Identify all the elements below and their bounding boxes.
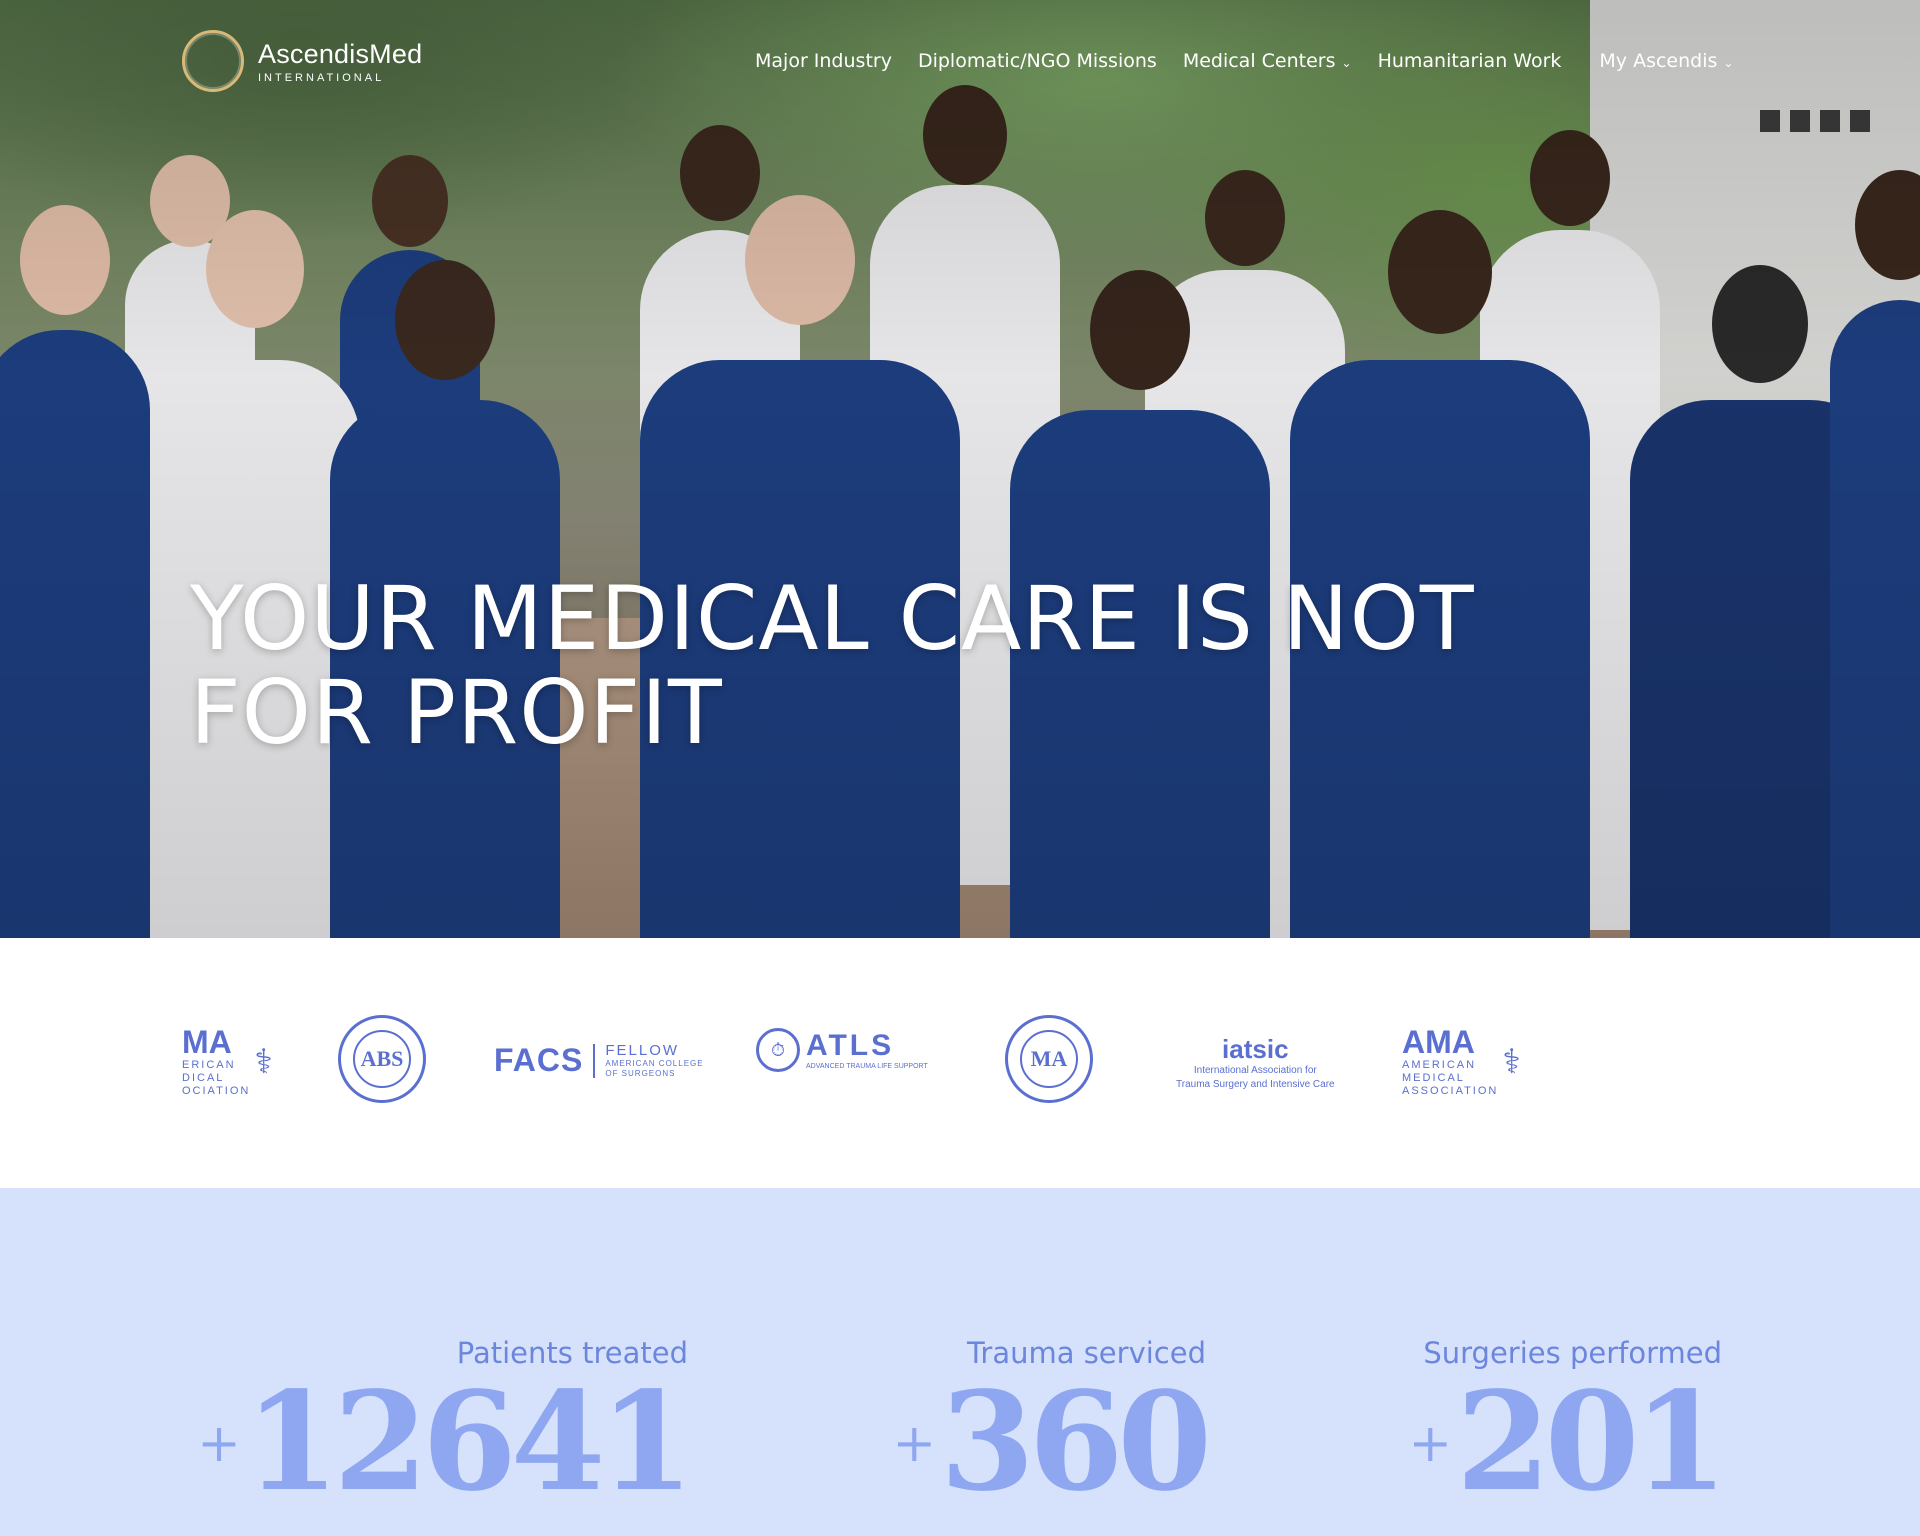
nav-item-label: Medical Centers (1182, 50, 1336, 72)
nav-item-diplomatic-ngo-missions[interactable]: Diplomatic/NGO Missions (918, 50, 1157, 72)
ama-logo: AMA AMERICAN MEDICAL ASSOCIATION ⚕ (1402, 1024, 1521, 1097)
plus-icon: + (892, 1414, 937, 1474)
stat-value: 360 (940, 1362, 1212, 1522)
logo-subtitle: INTERNATIONAL (258, 71, 385, 84)
nav-item-label: Diplomatic/NGO Missions (917, 50, 1157, 72)
chevron-down-icon: ⌄ (1723, 55, 1734, 70)
partner-logos-strip (0, 938, 1920, 1188)
ama-partial-logo: MA ERICAN DICAL OCIATION ⚕ (182, 1026, 273, 1097)
plus-icon: + (197, 1414, 241, 1474)
state-seal-logo: MA (1005, 1015, 1093, 1103)
hero-section (0, 0, 1920, 938)
nav-item-humanitarian-work[interactable]: Humanitarian Work (1378, 50, 1562, 72)
stat-patients-treated: Patients treated + 12641 (197, 1336, 694, 1522)
nav-item-my-ascendis[interactable]: My Ascendis ⌄ (1599, 50, 1733, 72)
nav-item-label: Humanitarian Work (1377, 50, 1562, 72)
logo-text: AscendisMed INTERNATIONAL (258, 39, 422, 84)
caduceus-icon: ⚕ (1502, 1041, 1521, 1082)
atls-logo: ⏱ ATLS ADVANCED TRAUMA LIFE SUPPORT (756, 1028, 928, 1072)
nav-item-major-industry[interactable]: Major Industry (755, 50, 892, 72)
stat-value: 12641 (244, 1362, 694, 1522)
plus-icon: + (1408, 1414, 1453, 1474)
iatsic-logo: iatsic International Association for Tra… (1176, 1034, 1335, 1090)
stopwatch-icon: ⏱ (756, 1028, 800, 1072)
chevron-down-icon: ⌄ (1341, 55, 1352, 70)
stat-trauma-serviced: Trauma serviced + 360 (892, 1336, 1212, 1522)
stat-value: 201 (1456, 1362, 1728, 1522)
caduceus-icon: ⚕ (254, 1041, 273, 1082)
abs-seal-logo: ABS (338, 1015, 426, 1103)
brand-logo[interactable]: AscendisMed INTERNATIONAL (182, 30, 422, 92)
facs-logo: FACS FELLOW AMERICAN COLLEGE OF SURGEONS (494, 1042, 704, 1078)
nav-item-label: Major Industry (755, 50, 892, 72)
nav-item-medical-centers[interactable]: Medical Centers ⌄ (1183, 50, 1352, 72)
hero-title: YOUR MEDICAL CARE IS NOT FOR PROFIT (190, 567, 1475, 764)
logo-ring-icon (182, 30, 244, 92)
stat-surgeries-performed: Surgeries performed + 201 (1408, 1336, 1728, 1522)
main-nav: Major Industry Diplomatic/NGO Missions M… (755, 50, 1759, 72)
nav-item-label: My Ascendis (1599, 50, 1718, 72)
hero-overlay (0, 0, 1920, 938)
logo-name: AscendisMed (258, 38, 423, 69)
